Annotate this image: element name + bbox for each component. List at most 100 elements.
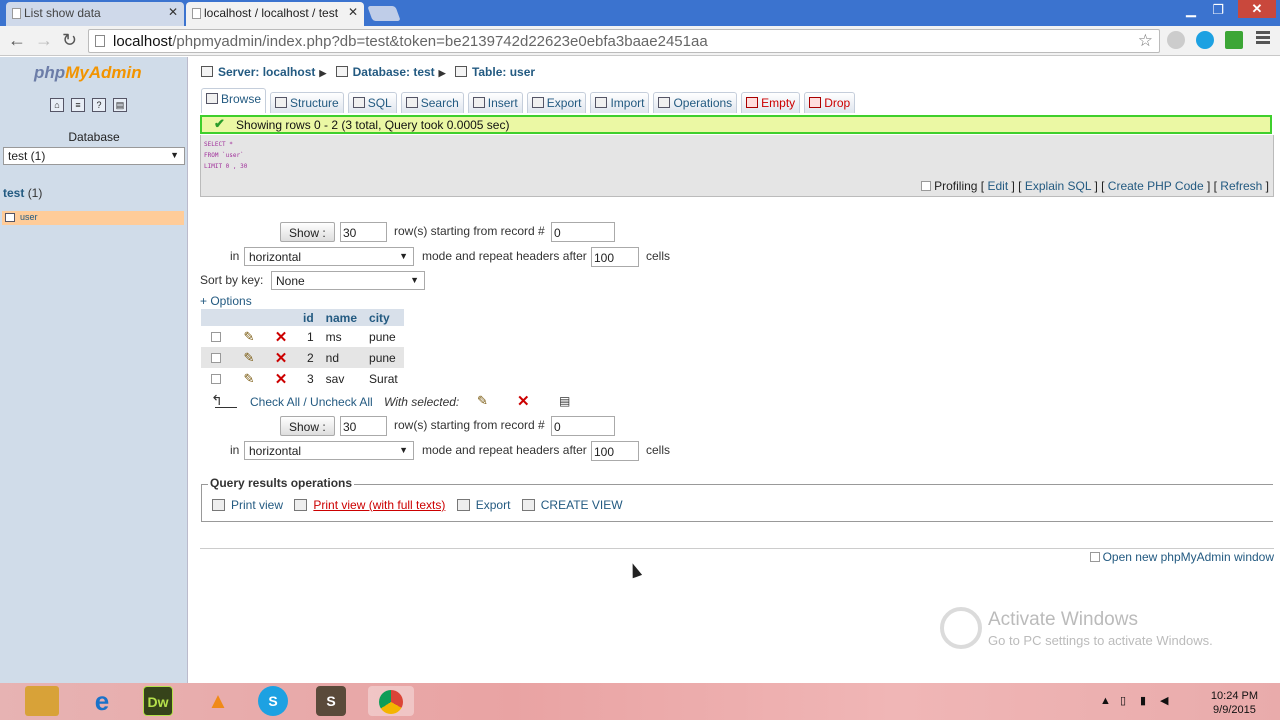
- home-icon[interactable]: ⌂: [50, 98, 64, 112]
- browser-tab-list-show-data[interactable]: List show data ✕: [6, 2, 184, 26]
- bulk-delete-icon[interactable]: ✕: [517, 392, 530, 410]
- tab-search[interactable]: Search: [400, 92, 464, 113]
- extension-icon[interactable]: [1167, 31, 1185, 49]
- edit-link[interactable]: Edit: [987, 179, 1008, 193]
- column-header-name[interactable]: name: [319, 309, 364, 326]
- bulk-export-icon[interactable]: ▤: [559, 394, 570, 408]
- vlc-icon[interactable]: ▲: [200, 686, 236, 716]
- print-full-link[interactable]: Print view (with full texts): [313, 498, 445, 512]
- rows-input-bottom[interactable]: 30: [340, 416, 387, 436]
- reload-icon[interactable]: ↻: [62, 30, 77, 50]
- pencil-icon[interactable]: ✎: [244, 329, 255, 344]
- window-close-button[interactable]: ✕: [1238, 0, 1276, 18]
- rows-input[interactable]: 30: [340, 222, 387, 242]
- browser-menu-icon[interactable]: [1256, 31, 1270, 46]
- close-icon[interactable]: ✕: [168, 5, 178, 19]
- row-checkbox[interactable]: [210, 373, 221, 384]
- new-tab-button[interactable]: [367, 6, 401, 21]
- bookmark-star-icon[interactable]: ☆: [1138, 31, 1153, 51]
- tab-structure[interactable]: Structure: [270, 92, 344, 113]
- repeat-headers-input[interactable]: 100: [591, 247, 639, 267]
- database-select[interactable]: test (1) ▼: [3, 147, 185, 165]
- export-item[interactable]: Export: [456, 498, 511, 512]
- open-new-window-link[interactable]: Open new phpMyAdmin window: [1103, 550, 1274, 564]
- key-watermark-icon: [940, 607, 982, 649]
- show-button-bottom[interactable]: Show :: [280, 416, 335, 436]
- restore-icon[interactable]: ❐: [1212, 2, 1224, 18]
- delete-icon[interactable]: ✕: [275, 350, 288, 367]
- chrome-taskbar-button[interactable]: [368, 686, 414, 716]
- minimize-icon[interactable]: ▁: [1186, 2, 1196, 18]
- tab-empty[interactable]: Empty: [741, 92, 801, 113]
- skype-extension-icon[interactable]: [1196, 31, 1214, 49]
- check-all-link[interactable]: Check All / Uncheck All: [250, 395, 373, 409]
- tab-drop[interactable]: Drop: [804, 92, 856, 113]
- tray-expand-icon[interactable]: ▲: [1100, 695, 1111, 707]
- download-extension-icon[interactable]: [1225, 31, 1243, 49]
- open-new-window[interactable]: Open new phpMyAdmin window: [1089, 550, 1274, 564]
- help-icon[interactable]: ?: [92, 98, 106, 112]
- delete-icon[interactable]: ✕: [275, 329, 288, 346]
- print-view-link[interactable]: Print view: [231, 498, 283, 512]
- start-record-input[interactable]: 0: [551, 222, 615, 242]
- breadcrumb-server[interactable]: Server: localhost: [218, 65, 315, 79]
- close-icon[interactable]: ✕: [348, 5, 358, 19]
- back-arrow-icon[interactable]: ←: [8, 30, 26, 50]
- create-view-item[interactable]: CREATE VIEW: [521, 498, 623, 512]
- table-item-user[interactable]: user: [2, 211, 184, 225]
- explain-sql-link[interactable]: Explain SQL: [1025, 179, 1091, 193]
- network-icon[interactable]: ▮: [1140, 694, 1146, 707]
- refresh-link[interactable]: Refresh: [1220, 179, 1262, 193]
- pencil-icon[interactable]: ✎: [244, 371, 255, 386]
- browser-tab-phpmyadmin[interactable]: localhost / localhost / test ✕: [186, 2, 364, 26]
- action-center-icon[interactable]: ▯: [1120, 694, 1126, 707]
- dreamweaver-icon[interactable]: Dw: [143, 686, 173, 716]
- mode-select[interactable]: horizontal ▼: [244, 247, 414, 266]
- file-explorer-icon[interactable]: [25, 686, 59, 716]
- tab-insert[interactable]: Insert: [467, 92, 523, 113]
- start-record-input-bottom[interactable]: 0: [551, 416, 615, 436]
- tab-sql[interactable]: SQL: [347, 92, 397, 113]
- breadcrumb-table[interactable]: Table: user: [472, 65, 535, 79]
- sort-select[interactable]: None ▼: [271, 271, 425, 290]
- repeat-headers-input-bottom[interactable]: 100: [591, 441, 639, 461]
- internet-explorer-icon[interactable]: e: [84, 686, 120, 716]
- create-view-link[interactable]: CREATE VIEW: [541, 498, 623, 512]
- clock-date: 9/9/2015: [1213, 704, 1256, 716]
- volume-icon[interactable]: ◀: [1160, 694, 1168, 707]
- sublime-text-icon[interactable]: S: [316, 686, 346, 716]
- address-bar[interactable]: localhost/phpmyadmin/index.php?db=test&t…: [88, 29, 1160, 53]
- phpmyadmin-logo[interactable]: phpMyAdmin: [34, 63, 142, 83]
- pencil-icon[interactable]: ✎: [244, 350, 255, 365]
- row-checkbox[interactable]: [210, 352, 221, 363]
- export-icon: [531, 97, 544, 108]
- delete-icon[interactable]: ✕: [275, 371, 288, 388]
- clock[interactable]: 10:24 PM 9/9/2015: [1211, 689, 1258, 717]
- edit-cell: ✎: [233, 347, 265, 368]
- docs-icon[interactable]: ▤: [113, 98, 127, 112]
- profiling-checkbox[interactable]: [921, 181, 932, 191]
- options-link[interactable]: + Options: [200, 294, 252, 308]
- column-header-city[interactable]: city: [363, 309, 404, 326]
- database-label: Database: [68, 130, 120, 144]
- show-button[interactable]: Show :: [280, 222, 335, 242]
- tab-export[interactable]: Export: [526, 92, 587, 113]
- export-link[interactable]: Export: [476, 498, 511, 512]
- sql-icon: [352, 97, 365, 108]
- db-tree-item[interactable]: test (1): [3, 186, 42, 200]
- print-full-item[interactable]: Print view (with full texts): [294, 498, 445, 512]
- operations-icon: [658, 97, 671, 108]
- sql-query-icon[interactable]: ≡: [71, 98, 85, 112]
- print-view-item[interactable]: Print view: [212, 498, 283, 512]
- mode-select-bottom[interactable]: horizontal ▼: [244, 441, 414, 460]
- skype-icon[interactable]: S: [258, 686, 288, 716]
- tab-operations[interactable]: Operations: [653, 92, 738, 113]
- row-checkbox[interactable]: [210, 331, 221, 342]
- tab-import[interactable]: Import: [590, 92, 650, 113]
- bulk-edit-pencil-icon[interactable]: ✎: [477, 393, 488, 409]
- forward-arrow-icon[interactable]: →: [35, 30, 53, 50]
- breadcrumb-database[interactable]: Database: test: [353, 65, 435, 79]
- create-php-code-link[interactable]: Create PHP Code: [1108, 179, 1204, 193]
- column-header-id[interactable]: id: [297, 309, 320, 326]
- tab-browse[interactable]: Browse: [201, 88, 267, 113]
